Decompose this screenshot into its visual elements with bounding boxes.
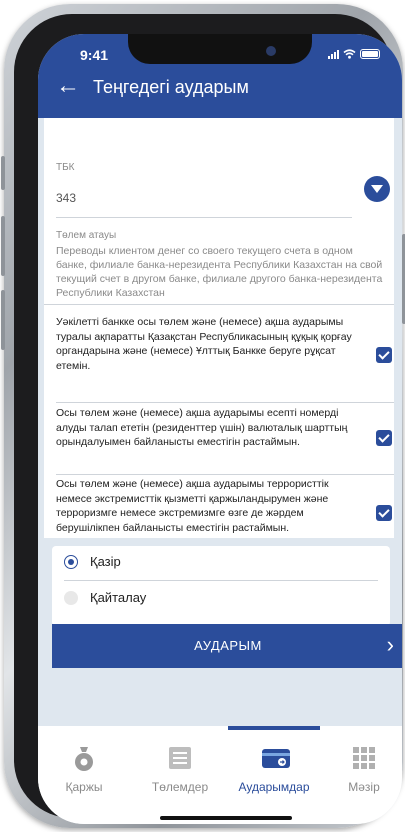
tab-menu-label: Мәзір: [348, 780, 380, 794]
tbk-label: ТБК: [56, 162, 75, 173]
divider: [56, 402, 394, 403]
chevron-right-icon: ›: [386, 632, 394, 657]
consent-checkbox-3[interactable]: [376, 505, 392, 521]
status-icons: [328, 49, 380, 59]
divider: [64, 580, 378, 581]
grid-icon: [350, 744, 378, 772]
home-indicator: [160, 816, 292, 820]
volume-up-button: [1, 216, 5, 276]
active-tab-indicator: [228, 726, 320, 730]
consent-row-2[interactable]: Осы төлем және (немесе) ақша аударымы ес…: [56, 406, 392, 450]
schedule-options: Қазір Қайталау: [52, 546, 390, 626]
page-title: Теңгедегі аударым: [93, 77, 249, 97]
mute-switch: [1, 156, 5, 190]
arrow-left-icon[interactable]: ←: [56, 74, 80, 98]
consent-text-1: Уәкілетті банкке осы төлем және (немесе)…: [56, 316, 352, 372]
payment-name-value: Переводы клиентом денег со своего текуще…: [56, 245, 383, 299]
radio-unselected-icon[interactable]: [64, 590, 78, 605]
consent-row-1[interactable]: Уәкілетті банкке осы төлем және (немесе)…: [56, 315, 392, 373]
phone-bezel: 9:41 ← Теңгедегі аударым ТБК 343 Төлем а…: [14, 14, 402, 824]
divider: [56, 217, 352, 218]
consent-checkbox-1[interactable]: [376, 347, 392, 363]
option-now[interactable]: Қазір: [64, 554, 121, 569]
tbk-dropdown-icon[interactable]: [364, 176, 390, 202]
tab-menu[interactable]: Мәзір: [324, 744, 402, 794]
tbk-value[interactable]: 343: [56, 191, 76, 205]
option-repeat-label: Қайталау: [90, 590, 147, 605]
status-time: 9:41: [80, 47, 109, 63]
tab-payments-label: Төлемдер: [151, 780, 209, 794]
option-repeat[interactable]: Қайталау: [64, 590, 146, 605]
divider: [44, 304, 394, 305]
tab-transfers[interactable]: Аударымдар: [234, 744, 314, 794]
app-header: 9:41 ← Теңгедегі аударым: [38, 34, 402, 118]
tab-finance[interactable]: Қаржы: [44, 744, 124, 794]
option-now-label: Қазір: [90, 554, 121, 569]
screen: 9:41 ← Теңгедегі аударым ТБК 343 Төлем а…: [38, 34, 402, 824]
notch: [128, 34, 312, 64]
phone-frame: 9:41 ← Теңгедегі аударым ТБК 343 Төлем а…: [1, 4, 405, 828]
consent-text-2: Осы төлем және (немесе) ақша аударымы ес…: [56, 407, 348, 449]
radio-selected-icon[interactable]: [64, 554, 78, 569]
list-icon: [166, 744, 194, 772]
signal-icon: [328, 49, 339, 59]
payment-name-label: Төлем атауы: [56, 230, 117, 241]
tab-bar: Қаржы Төлемдер Аударымдар Мәзір: [38, 726, 402, 824]
tab-transfers-label: Аударымдар: [238, 780, 310, 794]
consent-text-3: Осы төлем және (немесе) ақша аударымы те…: [56, 478, 329, 534]
battery-icon: [360, 49, 380, 59]
wifi-icon: [343, 49, 356, 59]
transfer-form: ТБК 343 Төлем атауы Переводы клиентом де…: [44, 118, 394, 538]
transfer-button[interactable]: АУДАРЫМ ›: [52, 624, 402, 668]
consent-checkbox-2[interactable]: [376, 430, 392, 446]
divider: [56, 474, 394, 475]
tab-finance-label: Қаржы: [65, 780, 103, 794]
tab-payments[interactable]: Төлемдер: [140, 744, 220, 794]
front-camera: [266, 46, 276, 56]
consent-row-3[interactable]: Осы төлем және (немесе) ақша аударымы те…: [56, 477, 392, 535]
money-bag-icon: [70, 744, 98, 772]
card-transfer-icon: [260, 744, 290, 772]
transfer-button-label: АУДАРЫМ: [194, 638, 262, 653]
volume-down-button: [1, 290, 5, 350]
